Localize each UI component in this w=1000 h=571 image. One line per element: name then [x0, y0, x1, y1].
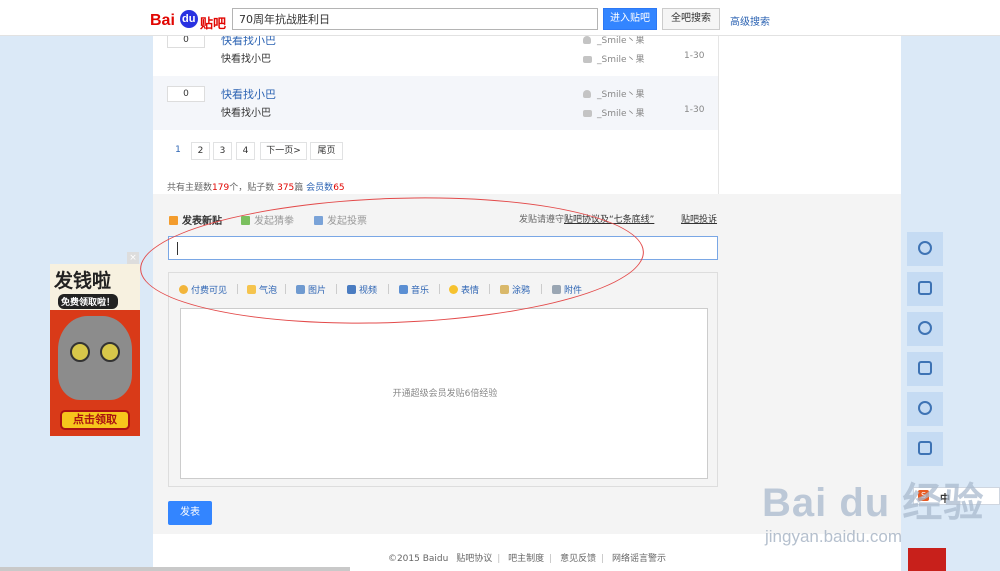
guess-icon	[241, 216, 250, 225]
toolbar-divider	[237, 284, 238, 294]
agreement-link[interactable]: 贴吧协议及“七条底线”	[564, 215, 654, 225]
footer-link-rumor[interactable]: 网络谣言警示	[612, 554, 666, 564]
enter-tieba-button[interactable]: 进入贴吧	[603, 8, 657, 30]
pencil-icon	[169, 216, 178, 225]
edit-glyph	[918, 281, 932, 295]
reply-count: 0	[167, 86, 205, 102]
share-glyph	[918, 361, 932, 375]
refresh-icon[interactable]	[907, 312, 943, 346]
page-1: 1	[169, 142, 187, 160]
tab-guess[interactable]: 发起猜拳	[241, 212, 294, 227]
thread-abstract: 快看找小巴	[221, 108, 271, 119]
flask-icon[interactable]	[907, 432, 943, 466]
tab-vote[interactable]: 发起投票	[314, 212, 367, 227]
last-reply-author[interactable]: _Smile丶果	[583, 52, 645, 65]
video-icon	[347, 285, 356, 294]
emoji-icon	[449, 285, 458, 294]
user-icon	[583, 36, 591, 44]
vote-chart-icon	[314, 216, 323, 225]
footer-link-agreement[interactable]: 贴吧协议	[456, 554, 492, 564]
flask-glyph	[918, 441, 932, 455]
ad-subtitle: 免费领取啦！	[58, 294, 119, 309]
location-glyph	[918, 241, 932, 255]
image-button[interactable]: 图片	[296, 283, 326, 296]
toolbar-divider	[336, 284, 337, 294]
reply-icon	[583, 56, 592, 63]
editor-placeholder: 开通超级会员发贴6倍经验	[392, 389, 498, 399]
video-button[interactable]: 视频	[347, 283, 377, 296]
next-page[interactable]: 下一页>	[260, 142, 307, 160]
music-button[interactable]: 音乐	[399, 283, 429, 296]
submit-post-button[interactable]: 发表	[168, 501, 212, 525]
tab-new-post[interactable]: 发表新贴	[169, 212, 222, 227]
attachment-icon	[552, 285, 561, 294]
footer-link-admin-rules[interactable]: 吧主制度	[508, 554, 544, 564]
right-sidebar	[718, 36, 901, 194]
refresh-glyph	[918, 321, 932, 335]
thread-author[interactable]: _Smile丶果	[583, 87, 645, 100]
post-title-input[interactable]	[168, 236, 718, 260]
user-icon	[583, 90, 591, 98]
search-input[interactable]	[232, 8, 598, 30]
toolbar-divider	[388, 284, 389, 294]
emoji-button[interactable]: 表情	[449, 283, 479, 296]
horizontal-scrollbar[interactable]	[0, 567, 350, 571]
ad-title: 发钱啦	[54, 270, 112, 292]
posting-notice: 发贴请遵守贴吧协议及“七条底线”	[519, 215, 655, 225]
side-advertisement[interactable]: 发钱啦 免费领取啦！ 点击领取	[50, 264, 140, 436]
corner-badge-icon	[908, 548, 946, 571]
doodle-button[interactable]: 涂鸦	[500, 283, 530, 296]
logo-tieba: 贴吧	[200, 17, 227, 32]
attachment-button[interactable]: 附件	[552, 283, 582, 296]
image-icon	[296, 285, 305, 294]
page-4[interactable]: 4	[236, 142, 255, 160]
heart-icon[interactable]	[907, 392, 943, 426]
location-icon[interactable]	[907, 232, 943, 266]
reply-icon	[583, 110, 592, 117]
last-page[interactable]: 尾页	[310, 142, 343, 160]
thread-abstract: 快看找小巴	[221, 54, 271, 65]
ad-claim-button[interactable]: 点击领取	[60, 410, 130, 430]
watermark-url: jingyan.baidu.com	[765, 527, 903, 546]
thread-row[interactable]: 0 快看找小巴 快看找小巴 _Smile丶果 _Smile丶果 1-30	[153, 76, 718, 130]
editor-frame: 付费可见 气泡 图片 视频 音乐 表情 涂鸦 附件 开通超级会员发贴6倍经验	[168, 272, 718, 487]
copyright: ©2015 Baidu	[387, 554, 449, 564]
page-2[interactable]: 2	[191, 142, 210, 160]
toolbar-divider	[285, 284, 286, 294]
thread-time: 1-30	[684, 51, 705, 61]
coin-icon	[179, 285, 188, 294]
advanced-search-link[interactable]: 高级搜索	[730, 13, 770, 28]
edit-icon[interactable]	[907, 272, 943, 306]
post-content-editor[interactable]: 开通超级会员发贴6倍经验	[180, 308, 708, 479]
paid-visible-button[interactable]: 付费可见	[179, 283, 227, 296]
bubble-icon	[247, 285, 256, 294]
toolbar-divider	[439, 284, 440, 294]
page-3[interactable]: 3	[213, 142, 232, 160]
doodle-icon	[500, 285, 509, 294]
footer-link-feedback[interactable]: 意见反馈	[560, 554, 596, 564]
heart-glyph	[918, 401, 932, 415]
thread-time: 1-30	[684, 105, 705, 115]
watermark-logo: Bai du 经验	[762, 481, 985, 525]
last-reply-author[interactable]: _Smile丶果	[583, 106, 645, 119]
ad-close-button[interactable]: ×	[127, 252, 139, 264]
baidu-tieba-logo[interactable]: Bai du 贴吧	[150, 10, 227, 32]
search-all-button[interactable]: 全吧搜索	[662, 8, 720, 30]
share-icon[interactable]	[907, 352, 943, 386]
text-caret	[177, 242, 178, 255]
thread-title[interactable]: 快看找小巴	[221, 86, 276, 102]
forum-stats: 共有主题数179个，贴子数 375篇 会员数65	[167, 183, 345, 193]
bubble-button[interactable]: 气泡	[247, 283, 277, 296]
top-header: Bai du 贴吧 进入贴吧 全吧搜索 高级搜索	[0, 0, 1000, 36]
logo-du: du	[182, 13, 196, 25]
report-link[interactable]: 贴吧投诉	[681, 212, 717, 225]
cat-image	[58, 316, 132, 400]
toolbar-divider	[489, 284, 490, 294]
page-footer: ©2015 Baidu 贴吧协议 | 吧主制度 | 意见反馈 | 网络谣言警示	[387, 554, 667, 564]
music-icon	[399, 285, 408, 294]
toolbar-divider	[541, 284, 542, 294]
logo-bai: Bai	[150, 12, 175, 29]
